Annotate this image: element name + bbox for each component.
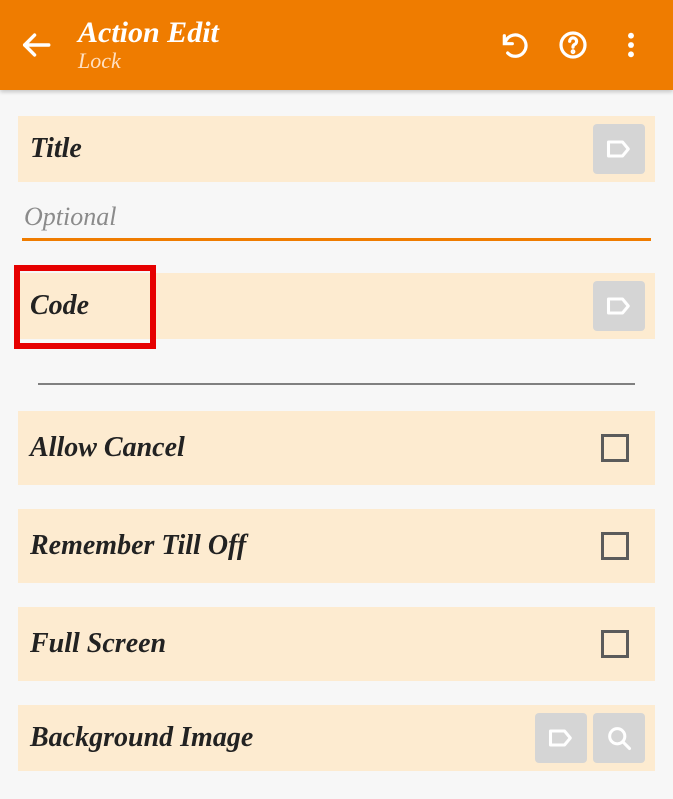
overflow-menu-button[interactable] — [605, 19, 657, 71]
back-button[interactable] — [8, 17, 64, 73]
remember-checkbox[interactable] — [601, 532, 629, 560]
code-tag-button[interactable] — [593, 281, 645, 331]
header-subtitle: Lock — [78, 48, 489, 74]
full-screen-label: Full Screen — [30, 628, 601, 660]
tag-icon — [546, 724, 576, 752]
divider — [38, 383, 635, 385]
section-code: Code — [18, 273, 655, 339]
options-stack: Allow Cancel Remember Till Off Full Scre… — [18, 411, 655, 771]
row-remember-till-off[interactable]: Remember Till Off — [18, 509, 655, 583]
section-title: Title — [18, 116, 655, 182]
help-button[interactable] — [547, 19, 599, 71]
bg-image-label: Background Image — [30, 722, 529, 754]
title-input-wrap — [22, 196, 651, 241]
more-vertical-icon — [615, 29, 647, 61]
full-screen-checkbox[interactable] — [601, 630, 629, 658]
title-input[interactable] — [22, 196, 651, 241]
undo-icon — [499, 29, 531, 61]
row-background-image: Background Image — [18, 705, 655, 771]
help-icon — [557, 29, 589, 61]
allow-cancel-label: Allow Cancel — [30, 432, 601, 464]
allow-cancel-checkbox[interactable] — [601, 434, 629, 462]
header-title: Action Edit — [78, 16, 489, 50]
row-full-screen[interactable]: Full Screen — [18, 607, 655, 681]
search-icon — [604, 724, 634, 752]
row-allow-cancel[interactable]: Allow Cancel — [18, 411, 655, 485]
bg-image-tag-button[interactable] — [535, 713, 587, 763]
code-label: Code — [30, 290, 587, 322]
title-label: Title — [30, 133, 587, 165]
content: Title Code Allow Cancel Remember Till Of… — [0, 90, 673, 771]
arrow-left-icon — [19, 28, 53, 62]
remember-label: Remember Till Off — [30, 530, 601, 562]
bg-image-search-button[interactable] — [593, 713, 645, 763]
header-actions — [489, 19, 665, 71]
tag-icon — [604, 135, 634, 163]
app-header: Action Edit Lock — [0, 0, 673, 90]
undo-button[interactable] — [489, 19, 541, 71]
tag-icon — [604, 292, 634, 320]
title-tag-button[interactable] — [593, 124, 645, 174]
header-titles: Action Edit Lock — [64, 16, 489, 74]
